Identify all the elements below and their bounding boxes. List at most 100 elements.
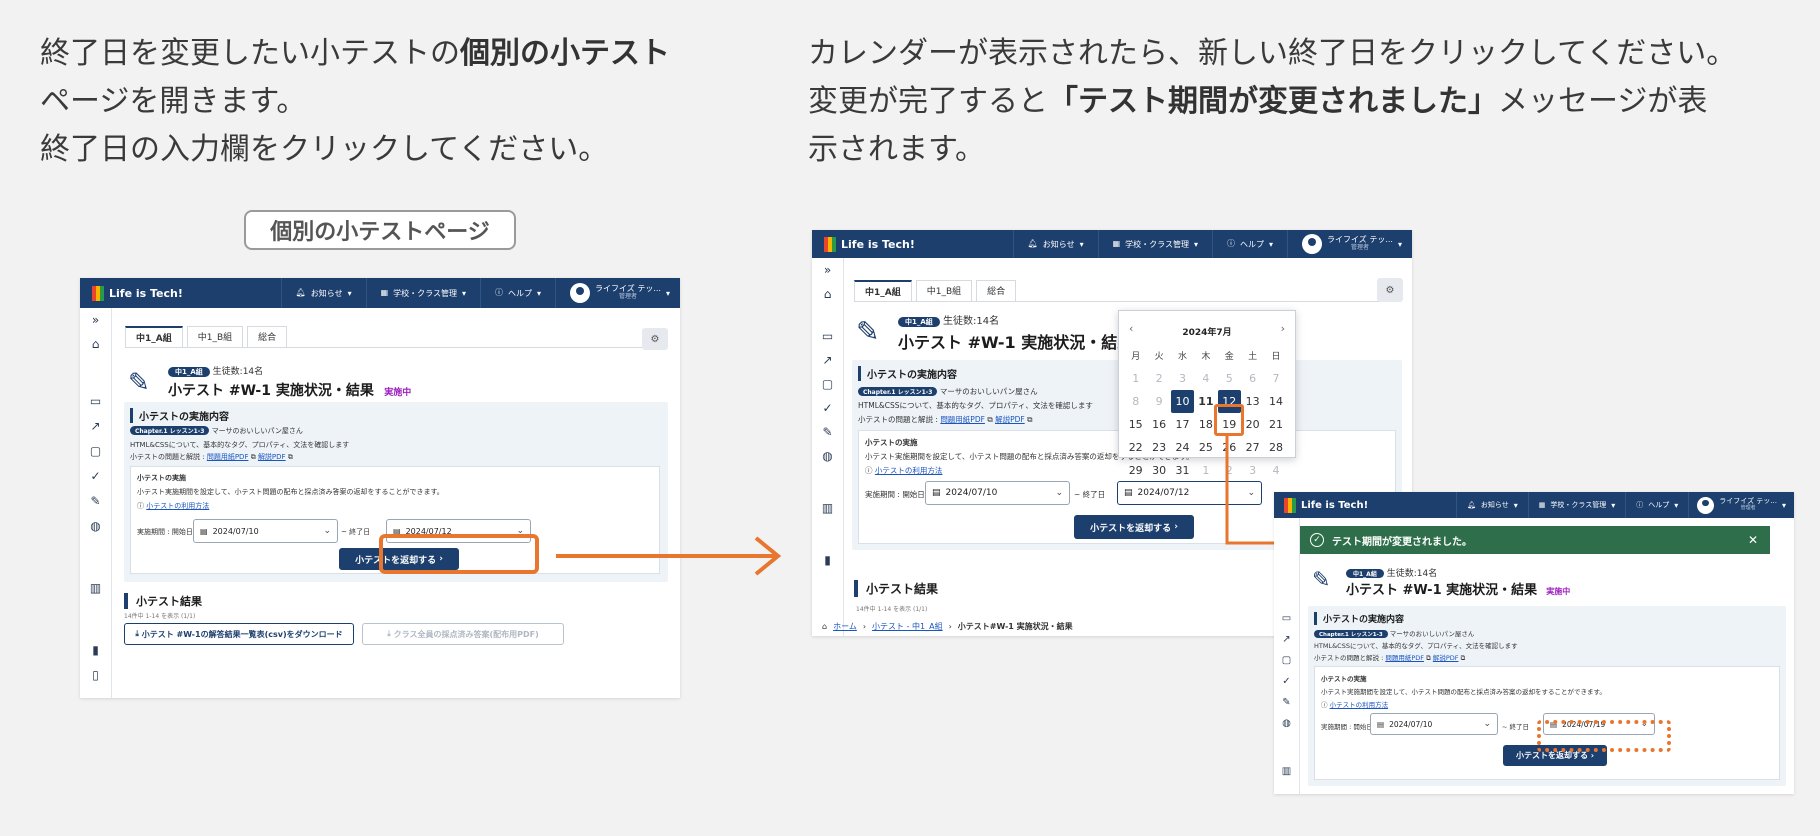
pencil-icon: ✎ [1312, 568, 1331, 593]
check-circle-icon[interactable]: ✓ [90, 470, 100, 482]
palette-icon[interactable]: ◍ [90, 520, 100, 532]
nav-school[interactable]: ▦ 学校・クラス管理 ▾ [1527, 492, 1626, 518]
palette-icon[interactable]: ◍ [822, 450, 832, 462]
answer-pdf-link[interactable]: 解説PDF [258, 453, 286, 461]
content-heading: 小テストの実施内容 [130, 408, 229, 423]
start-date-field[interactable]: ▤ 2024/07/10 ⌄ [925, 481, 1070, 505]
answer-pdf-link[interactable]: 解説PDF [1433, 654, 1459, 662]
tab-total[interactable]: 総合 [247, 326, 288, 347]
book-icon[interactable]: ▮ [824, 554, 831, 566]
chart-icon[interactable]: ▥ [90, 582, 101, 594]
home-icon[interactable]: ⌂ [824, 288, 832, 300]
user-role: 管理者 [619, 293, 638, 301]
chart-icon[interactable]: ▥ [822, 502, 833, 514]
breadcrumb-home[interactable]: ホーム [833, 621, 857, 632]
calendar-day[interactable]: 30 [1147, 459, 1170, 482]
pen-icon[interactable]: ✎ [1282, 698, 1290, 708]
nav-help-label: ヘルプ [1648, 501, 1670, 509]
book-icon[interactable]: ▮ [92, 644, 99, 656]
settings-button[interactable]: ⚙︎ [1377, 278, 1403, 302]
nav-help[interactable]: ⓘ ヘルプ ▾ [1212, 230, 1287, 258]
start-date-field[interactable]: ▤ 2024/07/10 ⌄ [193, 519, 338, 543]
external-link-icon: ⧉ [287, 453, 293, 461]
usage-link[interactable]: 小テストの利用方法 [146, 502, 209, 510]
breadcrumb-class[interactable]: 小テスト - 中1_A組 [872, 621, 943, 632]
next-month-button[interactable]: › [1281, 322, 1285, 335]
nav-school[interactable]: ▦ 学校・クラス管理 ▾ [1097, 230, 1212, 258]
start-date-field[interactable]: ▤ 2024/07/10 ⌄ [1370, 713, 1498, 735]
calendar-day[interactable]: 20 [1241, 413, 1264, 436]
nav-user[interactable]: ライフイズ テッ... 管理者 ▾ [555, 278, 680, 308]
question-pdf-link[interactable]: 問題用紙PDF [1385, 654, 1424, 662]
pen-icon[interactable]: ✎ [90, 495, 100, 507]
tab-class-b[interactable]: 中1_B組 [186, 326, 244, 347]
tab-class-a[interactable]: 中1_A組 [854, 280, 912, 301]
nav-help-label: ヘルプ [1240, 239, 1265, 249]
caret-down-icon: ▾ [1269, 239, 1274, 249]
check-circle-icon[interactable]: ✓ [1282, 677, 1290, 687]
calendar-day[interactable]: 22 [1124, 436, 1147, 459]
home-icon[interactable]: ⌂ [92, 338, 100, 350]
calendar-day[interactable]: 29 [1124, 459, 1147, 482]
chevron-right-icon: › [862, 622, 867, 631]
calendar-day[interactable]: 16 [1147, 413, 1170, 436]
tab-total[interactable]: 総合 [976, 280, 1017, 301]
file-icon[interactable]: ▯ [92, 669, 99, 681]
question-pdf-link[interactable]: 問題用紙PDF [207, 453, 249, 461]
chapter-chip: Chapter.1 レッスン1-3 [130, 426, 210, 435]
screen-icon[interactable]: ▢ [822, 378, 833, 390]
tab-class-a[interactable]: 中1_A組 [125, 326, 183, 347]
calendar-day[interactable]: 10 [1170, 390, 1195, 413]
nav-news[interactable]: 🔔︎ お知らせ ▾ [280, 278, 366, 308]
calendar-day[interactable]: 21 [1264, 413, 1287, 436]
nav-news[interactable]: 🔔︎ お知らせ ▾ [1012, 230, 1098, 258]
close-icon[interactable]: ✕ [1748, 533, 1758, 547]
tab-class-b[interactable]: 中1_B組 [915, 280, 973, 301]
nav-help[interactable]: ⓘ ヘルプ ▾ [480, 278, 555, 308]
nav-user[interactable]: ライフイズ テッ... 管理者 ▾ [1688, 492, 1794, 518]
pencil-icon: ✎ [856, 315, 880, 348]
lesson-title: マーサのおいしいパン屋さん [1389, 630, 1475, 638]
end-label-row: ~ 終了日 [341, 528, 371, 536]
pen-icon[interactable]: ✎ [822, 426, 832, 438]
nav-school[interactable]: ▦ 学校・クラス管理 ▾ [365, 278, 480, 308]
monitor-icon[interactable]: ▭ [822, 330, 833, 342]
palette-icon[interactable]: ◍ [1282, 719, 1291, 729]
caret-down-icon: ▾ [1079, 239, 1084, 249]
usage-link[interactable]: 小テストの利用方法 [875, 466, 943, 475]
answer-pdf-link[interactable]: 解説PDF [995, 415, 1025, 424]
calendar-day[interactable]: 14 [1264, 390, 1287, 413]
calendar-day[interactable]: 31 [1171, 459, 1194, 482]
trend-icon[interactable]: ↗ [1282, 635, 1290, 645]
expand-icon[interactable]: » [92, 314, 99, 326]
nav-news[interactable]: 🔔︎ お知らせ ▾ [1455, 492, 1528, 518]
app-logo[interactable]: Life is Tech! [80, 285, 260, 301]
lesson-row: Chapter.1 レッスン1-3 マーサのおいしいパン屋さん [1314, 628, 1474, 638]
check-circle-icon[interactable]: ✓ [822, 402, 832, 414]
settings-button[interactable]: ⚙︎ [642, 328, 668, 350]
screen-icon[interactable]: ▢ [1282, 656, 1291, 666]
bulk-pdf-button[interactable]: ⤓ クラス全員の採点済み答案(配布用PDF) [362, 623, 564, 645]
download-csv-button[interactable]: ⤓ 小テスト #W-1の解答結果一覧表(csv)をダウンロード [124, 623, 354, 645]
gear-icon: ⚙︎ [1385, 284, 1395, 296]
nav-user[interactable]: ライフイズ テッ... 管理者 ▾ [1287, 230, 1412, 258]
chart-icon[interactable]: ▥ [1282, 767, 1291, 777]
usage-link[interactable]: 小テストの利用方法 [1330, 701, 1389, 709]
screen-icon[interactable]: ▢ [90, 445, 101, 457]
question-pdf-link[interactable]: 問題用紙PDF [940, 415, 985, 424]
app-logo[interactable]: Life is Tech! [1274, 497, 1424, 513]
calendar-day[interactable]: 17 [1171, 413, 1194, 436]
app-logo[interactable]: Life is Tech! [812, 236, 992, 252]
nav-help[interactable]: ⓘ ヘルプ ▾ [1625, 492, 1688, 518]
monitor-icon[interactable]: ▭ [1282, 614, 1291, 624]
calendar-day[interactable]: 15 [1124, 413, 1147, 436]
calendar-day[interactable]: 23 [1147, 436, 1170, 459]
trend-icon[interactable]: ↗ [822, 354, 832, 366]
home-icon: ⌂ [822, 622, 828, 631]
expand-icon[interactable]: » [824, 264, 831, 276]
calendar-day[interactable]: 24 [1171, 436, 1194, 459]
trend-icon[interactable]: ↗ [90, 420, 100, 432]
monitor-icon[interactable]: ▭ [90, 395, 101, 407]
return-quiz-button[interactable]: 小テストを返却する › [1074, 515, 1194, 539]
calendar-day[interactable]: 13 [1241, 390, 1264, 413]
